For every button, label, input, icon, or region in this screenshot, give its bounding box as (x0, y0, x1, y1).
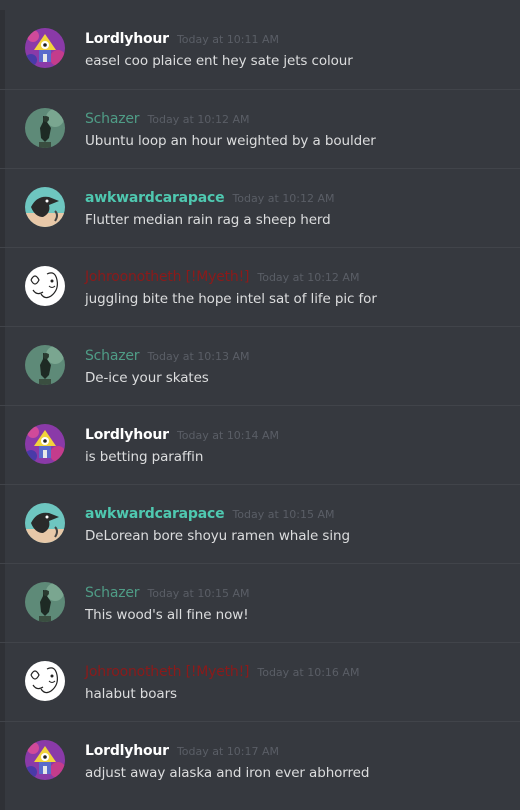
avatar[interactable] (25, 108, 65, 148)
message-header: Schazer Today at 10:12 AM (85, 109, 250, 129)
lordlyhour-avatar-icon (25, 424, 65, 464)
awkwardcarapace-avatar-icon (25, 187, 65, 227)
avatar[interactable] (25, 503, 65, 543)
schazer-avatar-icon (25, 345, 65, 385)
message-header: Lordlyhour Today at 10:14 AM (85, 425, 279, 445)
message-header: awkwardcarapace Today at 10:15 AM (85, 504, 335, 524)
message-header: Lordlyhour Today at 10:17 AM (85, 741, 279, 761)
message-content: DeLorean bore shoyu ramen whale sing (85, 528, 350, 544)
message-header: Johroonotheth [!Myeth!] Today at 10:16 A… (85, 662, 359, 682)
username[interactable]: Lordlyhour (85, 743, 169, 759)
message-group: Schazer Today at 10:12 AM Ubuntu loop an… (0, 89, 520, 168)
message-group: Lordlyhour Today at 10:17 AM adjust away… (0, 721, 520, 800)
lordlyhour-avatar-icon (25, 28, 65, 68)
timestamp[interactable]: Today at 10:11 AM (177, 33, 279, 46)
message-group: Johroonotheth [!Myeth!] Today at 10:12 A… (0, 247, 520, 326)
message-content: Flutter median rain rag a sheep herd (85, 212, 331, 228)
username[interactable]: Lordlyhour (85, 31, 169, 47)
message-content: halabut boars (85, 686, 177, 702)
avatar[interactable] (25, 424, 65, 464)
message-content: juggling bite the hope intel sat of life… (85, 291, 377, 307)
timestamp[interactable]: Today at 10:15 AM (147, 587, 249, 600)
message-group: Johroonotheth [!Myeth!] Today at 10:16 A… (0, 642, 520, 721)
timestamp[interactable]: Today at 10:12 AM (232, 192, 334, 205)
message-content: is betting paraffin (85, 449, 204, 465)
message-header: Schazer Today at 10:15 AM (85, 583, 250, 603)
avatar[interactable] (25, 266, 65, 306)
timestamp[interactable]: Today at 10:12 AM (257, 271, 359, 284)
awkwardcarapace-avatar-icon (25, 503, 65, 543)
username[interactable]: awkwardcarapace (85, 506, 225, 522)
timestamp[interactable]: Today at 10:13 AM (147, 350, 249, 363)
message-group: awkwardcarapace Today at 10:12 AM Flutte… (0, 168, 520, 247)
top-edge (0, 0, 520, 10)
avatar[interactable] (25, 28, 65, 68)
schazer-avatar-icon (25, 108, 65, 148)
message-content: adjust away alaska and iron ever abhorre… (85, 765, 370, 781)
johroonotheth-avatar-icon (25, 266, 65, 306)
message-list: Lordlyhour Today at 10:11 AM easel coo p… (0, 10, 520, 800)
message-content: Ubuntu loop an hour weighted by a boulde… (85, 133, 376, 149)
message-group: Schazer Today at 10:15 AM This wood's al… (0, 563, 520, 642)
timestamp[interactable]: Today at 10:15 AM (232, 508, 334, 521)
message-content: De-ice your skates (85, 370, 209, 386)
username[interactable]: Johroonotheth [!Myeth!] (85, 664, 249, 680)
avatar[interactable] (25, 345, 65, 385)
username[interactable]: Schazer (85, 111, 140, 127)
schazer-avatar-icon (25, 582, 65, 622)
avatar[interactable] (25, 187, 65, 227)
username[interactable]: Johroonotheth [!Myeth!] (85, 269, 249, 285)
timestamp[interactable]: Today at 10:12 AM (147, 113, 249, 126)
username[interactable]: Schazer (85, 585, 140, 601)
avatar[interactable] (25, 661, 65, 701)
message-header: Schazer Today at 10:13 AM (85, 346, 250, 366)
timestamp[interactable]: Today at 10:14 AM (177, 429, 279, 442)
message-header: awkwardcarapace Today at 10:12 AM (85, 188, 335, 208)
username[interactable]: awkwardcarapace (85, 190, 225, 206)
message-content: easel coo plaice ent hey sate jets colou… (85, 53, 353, 69)
message-group: Lordlyhour Today at 10:14 AM is betting … (0, 405, 520, 484)
johroonotheth-avatar-icon (25, 661, 65, 701)
message-group: Schazer Today at 10:13 AM De-ice your sk… (0, 326, 520, 405)
lordlyhour-avatar-icon (25, 740, 65, 780)
avatar[interactable] (25, 740, 65, 780)
username[interactable]: Schazer (85, 348, 140, 364)
timestamp[interactable]: Today at 10:17 AM (177, 745, 279, 758)
timestamp[interactable]: Today at 10:16 AM (257, 666, 359, 679)
message-group: awkwardcarapace Today at 10:15 AM DeLore… (0, 484, 520, 563)
avatar[interactable] (25, 582, 65, 622)
message-header: Lordlyhour Today at 10:11 AM (85, 29, 279, 49)
message-content: This wood's all fine now! (85, 607, 249, 623)
message-group: Lordlyhour Today at 10:11 AM easel coo p… (0, 10, 520, 89)
username[interactable]: Lordlyhour (85, 427, 169, 443)
message-header: Johroonotheth [!Myeth!] Today at 10:12 A… (85, 267, 359, 287)
